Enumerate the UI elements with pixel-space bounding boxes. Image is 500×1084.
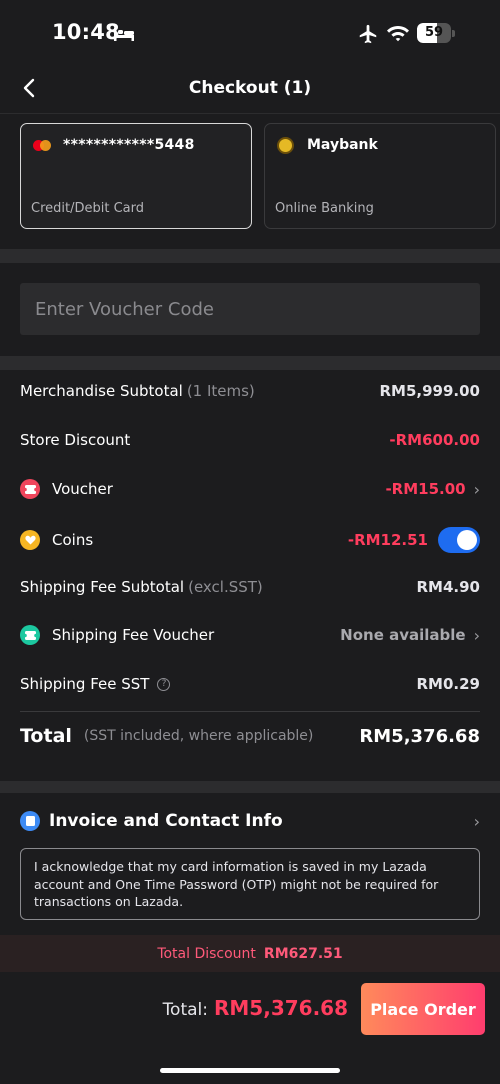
total-discount-label: Total Discount xyxy=(157,945,256,962)
chevron-right-icon: › xyxy=(473,625,480,645)
coins-value: -RM12.51 xyxy=(347,531,428,549)
bottom-total-label: Total: xyxy=(162,1000,208,1020)
store-discount-row: Store Discount -RM600.00 xyxy=(20,427,480,453)
merchandise-subtotal-row: Merchandise Subtotal (1 Items) RM5,999.00 xyxy=(20,378,480,404)
bottom-total: Total: RM5,376.68 xyxy=(163,996,348,1020)
section-divider xyxy=(0,356,500,370)
store-discount-label: Store Discount xyxy=(20,431,131,449)
header-divider xyxy=(0,113,500,114)
section-divider xyxy=(0,781,500,793)
voucher-value: -RM15.00 xyxy=(385,480,466,498)
shipping-voucher-row[interactable]: Shipping Fee Voucher None available › xyxy=(20,622,480,648)
shipping-sst-row: Shipping Fee SST? RM0.29 xyxy=(20,671,480,697)
bank-name: Maybank xyxy=(307,137,378,153)
shipping-voucher-value: None available xyxy=(340,626,466,644)
total-label: Total xyxy=(20,725,72,747)
airplane-mode-icon xyxy=(359,24,377,44)
battery-indicator: 59 xyxy=(417,23,455,43)
chevron-right-icon: › xyxy=(473,811,480,831)
coins-icon xyxy=(20,530,40,550)
status-time: 10:48 xyxy=(52,20,120,44)
card-type-label: Credit/Debit Card xyxy=(31,201,144,216)
shipping-note: (excl.SST) xyxy=(188,578,263,596)
merchandise-subtotal-value: RM5,999.00 xyxy=(379,382,481,400)
section-divider xyxy=(0,249,500,263)
invoice-title: Invoice and Contact Info xyxy=(49,811,283,831)
total-discount-value: RM627.51 xyxy=(263,945,343,962)
total-discount-banner: Total Discount RM627.51 xyxy=(0,935,500,972)
voucher-label: Voucher xyxy=(52,480,113,498)
invoice-icon xyxy=(20,811,40,831)
coins-label: Coins xyxy=(52,531,94,549)
wifi-icon xyxy=(387,26,409,42)
invoice-contact-row[interactable]: Invoice and Contact Info › xyxy=(20,808,480,834)
shipping-sst-value: RM0.29 xyxy=(416,675,481,693)
page-title: Checkout (1) xyxy=(188,78,312,98)
total-value: RM5,376.68 xyxy=(359,725,480,747)
shipping-voucher-label: Shipping Fee Voucher xyxy=(52,626,215,644)
total-row: Total (SST included, where applicable) RM… xyxy=(20,722,480,750)
bank-type-label: Online Banking xyxy=(275,201,374,216)
payment-option-card[interactable]: ************5448 Credit/Debit Card xyxy=(20,123,252,229)
payment-option-bank[interactable]: Maybank Online Banking xyxy=(264,123,496,229)
voucher-ticket-icon xyxy=(20,479,40,499)
help-question-icon[interactable]: ? xyxy=(157,677,171,691)
shipping-subtotal-value: RM4.90 xyxy=(416,578,481,596)
shipping-subtotal-label: Shipping Fee Subtotal xyxy=(20,578,185,596)
bottom-total-value: RM5,376.68 xyxy=(214,996,348,1020)
sleep-bed-icon xyxy=(114,28,134,41)
shipping-subtotal-row: Shipping Fee Subtotal (excl.SST) RM4.90 xyxy=(20,574,480,600)
total-divider xyxy=(20,711,480,712)
coins-toggle[interactable] xyxy=(438,527,480,553)
otp-notice: I acknowledge that my card information i… xyxy=(20,848,480,920)
item-count: (1 Items) xyxy=(186,382,255,400)
merchandise-subtotal-label: Merchandise Subtotal xyxy=(20,382,183,400)
store-discount-value: -RM600.00 xyxy=(389,431,480,449)
shipping-sst-label: Shipping Fee SST xyxy=(20,675,150,693)
shipping-voucher-icon xyxy=(20,625,40,645)
coins-row: Coins -RM12.51 xyxy=(20,527,480,553)
card-number: ************5448 xyxy=(63,137,195,153)
home-indicator[interactable] xyxy=(160,1068,340,1073)
toggle-knob xyxy=(457,530,477,550)
total-note: (SST included, where applicable) xyxy=(83,728,314,744)
maybank-logo-icon xyxy=(277,137,294,154)
place-order-button[interactable]: Place Order xyxy=(361,983,485,1035)
mastercard-icon xyxy=(33,140,51,151)
chevron-right-icon: › xyxy=(473,479,480,499)
voucher-code-input[interactable] xyxy=(20,283,480,335)
battery-percent: 59 xyxy=(424,25,444,40)
voucher-row[interactable]: Voucher -RM15.00 › xyxy=(20,476,480,502)
